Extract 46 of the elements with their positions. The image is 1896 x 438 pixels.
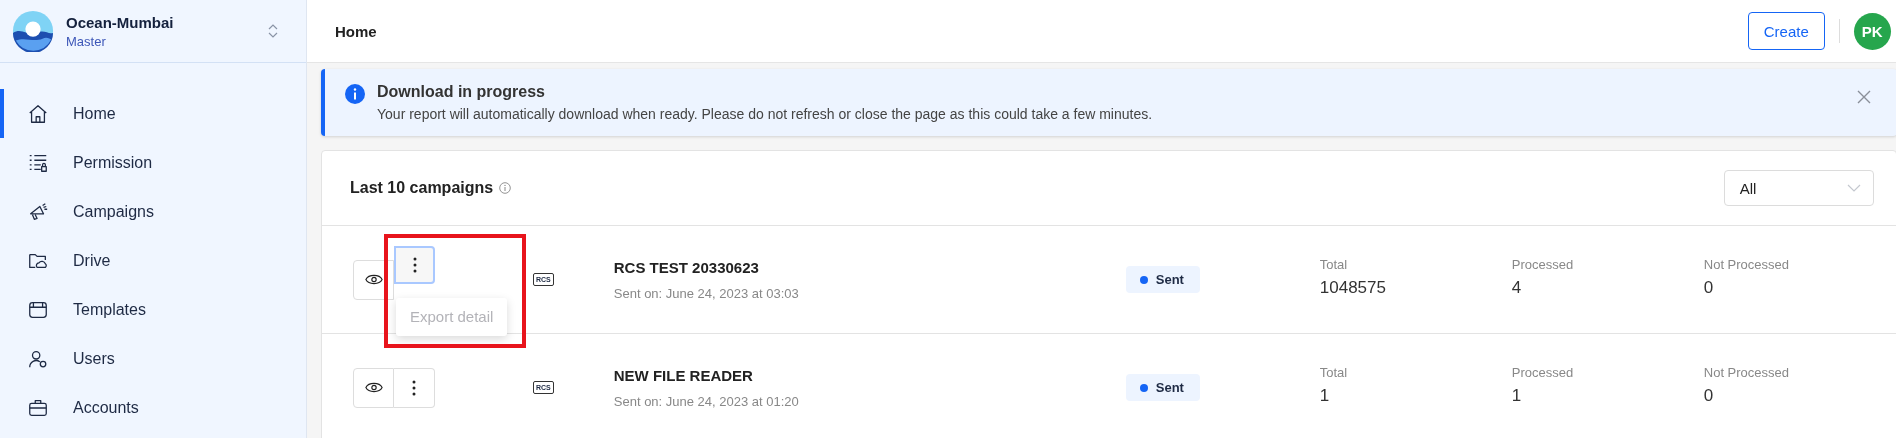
eye-icon — [364, 273, 383, 286]
stat-value: 1048575 — [1319, 278, 1387, 298]
alert-message: Your report will automatically download when ready. Please do not refresh or close the page as this could take a few minutes. — [377, 106, 1154, 122]
card-title: Last 10 campaigns — [350, 179, 494, 197]
sent-date: Sent on: June 24, 2023 at 03:03 — [613, 285, 800, 301]
nav-item[interactable]: Templates — [0, 285, 306, 334]
view-button[interactable] — [353, 259, 394, 300]
org-name: Ocean-Mumbai — [66, 13, 175, 31]
status-badge: Sent — [1125, 374, 1200, 401]
nav-item[interactable]: Permission — [0, 138, 306, 187]
view-button[interactable] — [353, 367, 394, 408]
alert-title: Download in progress — [377, 83, 546, 101]
org-switcher[interactable]: Ocean-Mumbai Master — [0, 0, 306, 63]
more-vertical-icon — [412, 379, 416, 396]
stat-value: 1 — [1319, 386, 1331, 406]
nav-item[interactable]: Users — [0, 334, 306, 383]
stat-label: Not Processed — [1703, 365, 1791, 380]
page-title: Home — [335, 22, 377, 40]
campaign-name: RCS TEST 20330623 — [613, 258, 760, 276]
logo-icon — [12, 10, 54, 52]
nav-item[interactable]: Campaigns — [0, 187, 306, 236]
more-vertical-icon — [412, 256, 417, 273]
stat-label: Processed — [1511, 257, 1575, 272]
info-icon — [345, 84, 365, 104]
chevron-down-icon — [1846, 184, 1861, 192]
nav-item[interactable]: Accounts — [0, 383, 306, 432]
filter-dropdown[interactable]: All — [1723, 170, 1874, 206]
stat-label: Not Processed — [1703, 257, 1791, 272]
org-role: Master — [66, 33, 107, 49]
stat-value: 4 — [1511, 278, 1523, 298]
chevron-updown-icon — [268, 23, 278, 39]
stat-label: Processed — [1511, 365, 1575, 380]
stat-label: Total — [1319, 257, 1349, 272]
stat-value: 0 — [1703, 278, 1715, 298]
stat-value: 0 — [1703, 386, 1715, 406]
sent-date: Sent on: June 24, 2023 at 01:20 — [613, 393, 800, 409]
stat-label: Total — [1319, 365, 1349, 380]
close-icon[interactable] — [1856, 90, 1871, 104]
campaign-name: NEW FILE READER — [613, 366, 754, 384]
create-button[interactable]: Create — [1747, 12, 1825, 50]
status-badge: Sent — [1125, 266, 1200, 293]
info-icon — [499, 182, 512, 194]
home-icon — [27, 102, 49, 125]
stat-value: 1 — [1511, 386, 1523, 406]
eye-icon — [364, 381, 383, 394]
nav-item[interactable]: Drive — [0, 236, 306, 285]
